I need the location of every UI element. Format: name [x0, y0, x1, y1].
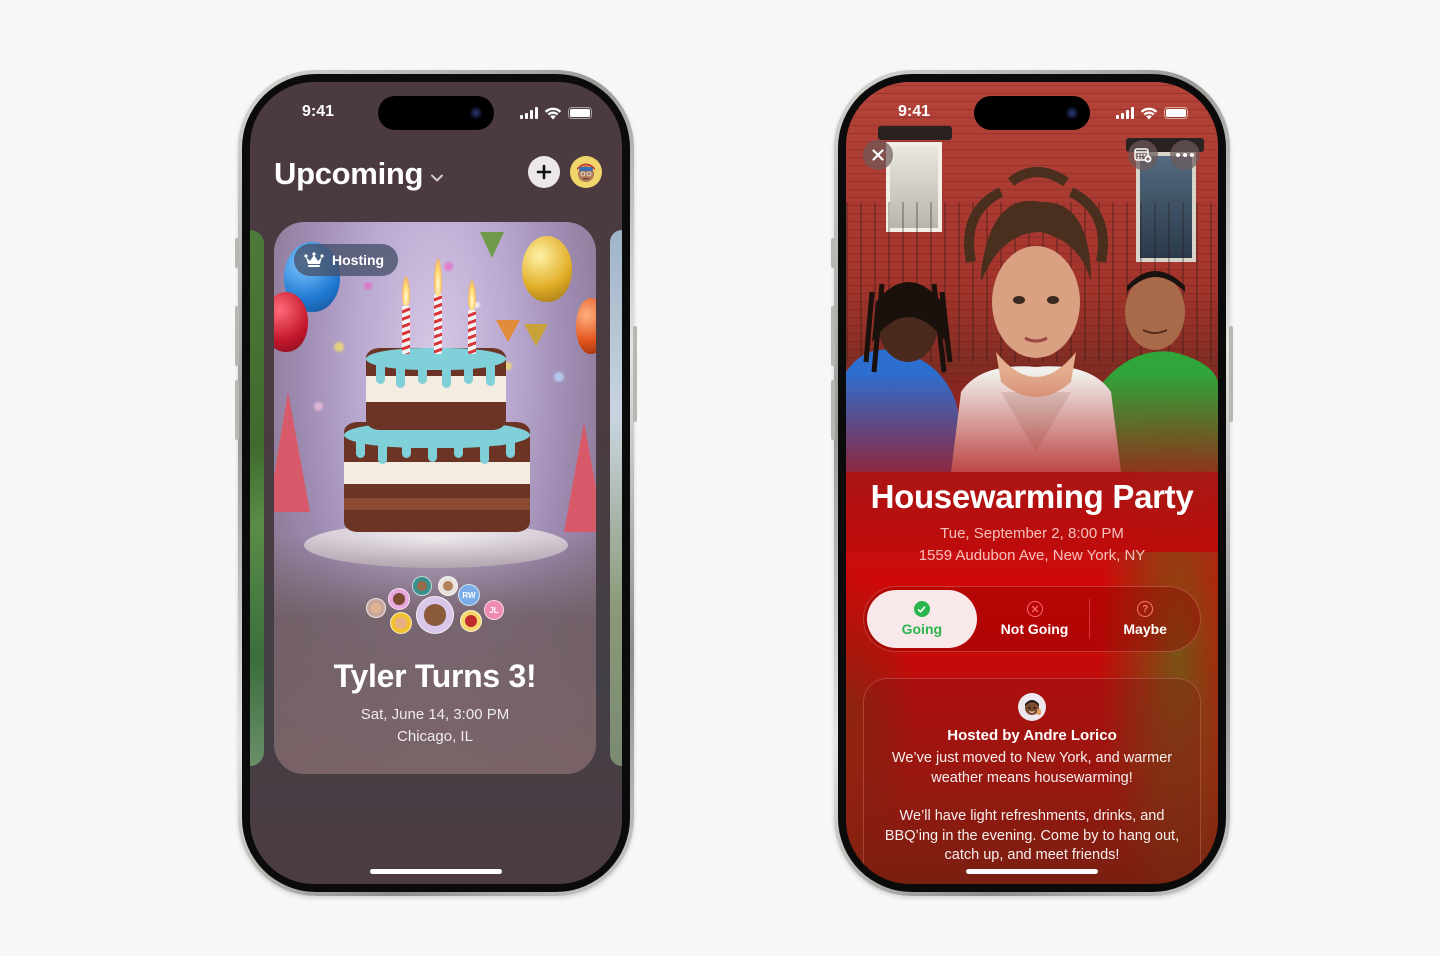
more-icon: [1176, 153, 1194, 157]
memoji-avatar-icon: [577, 163, 595, 182]
rsvp-not-going-button[interactable]: Not Going: [980, 587, 1090, 651]
event-location: Chicago, IL: [397, 728, 473, 745]
status-time: 9:41: [302, 103, 335, 120]
rsvp-going-label: Going: [901, 621, 943, 637]
question-circle-icon: ?: [1137, 601, 1154, 617]
crown-icon: [304, 252, 324, 267]
guest-avatar: [366, 598, 386, 618]
side-button: [1229, 326, 1233, 422]
pennant-decoration: [524, 324, 548, 346]
guest-avatar: JL: [484, 600, 504, 620]
profile-button[interactable]: [570, 156, 602, 188]
event-card[interactable]: Hosting RW JL Tyler Turns 3! Sat, June 1…: [274, 222, 596, 774]
party-hat-decoration: [564, 422, 596, 532]
host-avatar[interactable]: [1018, 693, 1046, 721]
cellular-signal-icon: [1116, 107, 1134, 119]
pennant-decoration: [496, 320, 520, 342]
guest-avatar: [460, 610, 482, 632]
rsvp-maybe-label: Maybe: [1123, 621, 1167, 637]
status-time: 9:41: [898, 103, 931, 120]
home-indicator[interactable]: [370, 869, 502, 874]
upcoming-dropdown[interactable]: Upcoming: [274, 156, 445, 192]
close-icon: [872, 149, 884, 161]
more-button[interactable]: [1170, 140, 1200, 170]
event-title: Tyler Turns 3!: [333, 658, 537, 694]
guest-avatar: [438, 576, 458, 596]
side-button: [633, 326, 637, 422]
guest-avatar: [390, 612, 412, 634]
wifi-icon: [544, 107, 562, 120]
add-to-calendar-icon: [1134, 148, 1152, 163]
memoji-avatar-icon: [1025, 700, 1041, 715]
status-bar: 9:41: [250, 102, 622, 126]
event-address[interactable]: 1559 Audubon Ave, New York, NY: [846, 547, 1218, 564]
close-button[interactable]: [863, 140, 893, 170]
cellular-signal-icon: [520, 107, 538, 119]
phone-upcoming: 9:41 Upcoming Hosting RW JL Tyler Turns …: [235, 70, 637, 896]
balloon-decoration: [576, 298, 596, 354]
battery-icon: [1164, 107, 1188, 119]
page-title: Upcoming: [274, 156, 424, 191]
volume-up-button: [831, 306, 835, 366]
guest-avatar: RW: [458, 584, 480, 606]
status-bar: 9:41: [846, 102, 1218, 126]
phone-event-detail: 9:41 Housewarming Party Tue, September 2…: [831, 70, 1233, 896]
hosting-label: Hosting: [332, 252, 385, 268]
screen: 9:41 Upcoming Hosting RW JL Tyler Turns …: [250, 82, 622, 884]
guest-avatars[interactable]: RW JL: [274, 574, 596, 644]
event-description: We’ll have light refreshments, drinks, a…: [884, 808, 1180, 863]
pennant-decoration: [480, 232, 504, 258]
balloon-decoration: [522, 236, 572, 302]
event-date: Sat, June 14, 3:00 PM: [360, 706, 510, 723]
host-name: Hosted by Andre Lorico: [947, 727, 1117, 744]
event-description: We’ve just moved to New York, and warmer…: [891, 750, 1173, 786]
action-button: [235, 238, 239, 268]
chevron-down-icon: [431, 174, 444, 182]
event-title: Housewarming Party: [870, 478, 1194, 515]
home-indicator[interactable]: [966, 869, 1098, 874]
volume-up-button: [235, 306, 239, 366]
next-event-card[interactable]: [610, 230, 622, 766]
battery-icon: [568, 107, 592, 119]
add-event-button[interactable]: [528, 156, 560, 188]
add-to-calendar-button[interactable]: [1128, 140, 1158, 170]
event-date: Tue, September 2, 8:00 PM: [940, 525, 1124, 542]
plus-icon: [536, 164, 552, 180]
rsvp-maybe-button[interactable]: ? Maybe: [1090, 587, 1200, 651]
host-card: Hosted by Andre Lorico We’ve just moved …: [863, 678, 1201, 884]
x-circle-icon: [1026, 601, 1043, 617]
screen: 9:41 Housewarming Party Tue, September 2…: [846, 82, 1218, 884]
volume-down-button: [831, 380, 835, 440]
checkmark-circle-icon: [913, 601, 930, 617]
rsvp-going-button[interactable]: Going: [867, 590, 977, 648]
wifi-icon: [1140, 107, 1158, 120]
guest-avatar: [416, 596, 454, 634]
action-button: [831, 238, 835, 268]
guest-avatar: [388, 588, 410, 610]
rsvp-segmented-control[interactable]: Going Not Going ? Maybe: [863, 586, 1201, 652]
hosting-badge: Hosting: [294, 244, 399, 276]
rsvp-not-going-label: Not Going: [1000, 621, 1069, 637]
previous-event-card[interactable]: [250, 230, 264, 766]
volume-down-button: [235, 380, 239, 440]
guest-avatar: [412, 576, 432, 596]
party-hat-decoration: [274, 392, 310, 512]
